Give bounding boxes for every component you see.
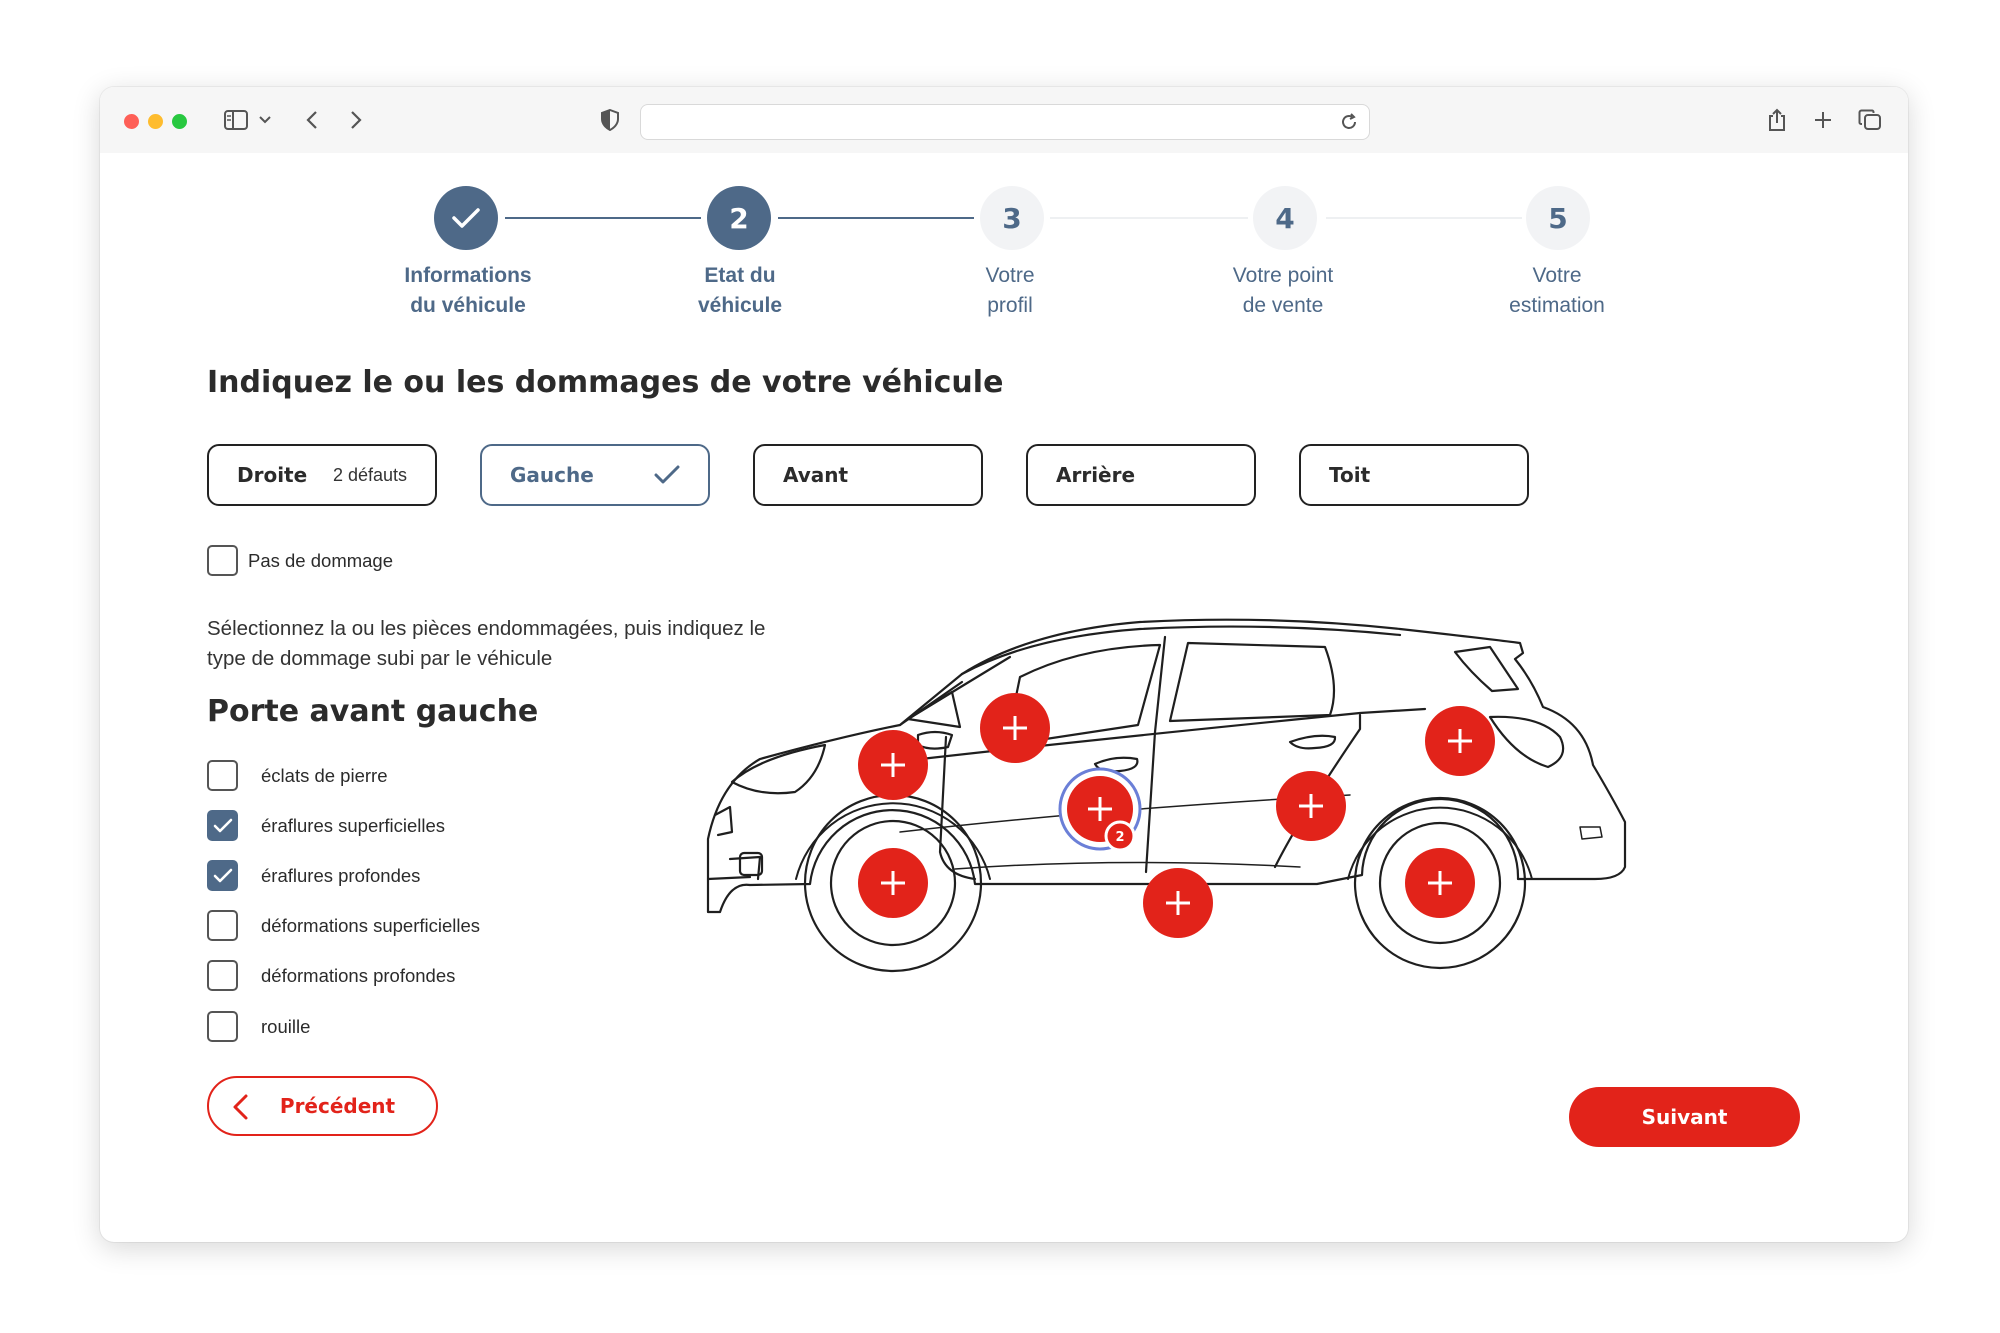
browser-toolbar <box>100 87 1908 153</box>
hotspot-sill[interactable] <box>1143 868 1213 938</box>
damage-label: éraflures profondes <box>261 865 421 886</box>
damage-label: déformations profondes <box>261 965 456 986</box>
sidebar-icon[interactable] <box>222 105 250 135</box>
previous-button-label: Précédent <box>279 1094 396 1118</box>
hotspot-rear-door[interactable] <box>1276 771 1346 841</box>
checkmark-icon <box>213 818 232 832</box>
chevron-down-icon[interactable] <box>258 105 272 135</box>
damage-label: déformations superficielles <box>261 915 481 936</box>
tab-gauche[interactable]: Gauche <box>480 444 710 506</box>
car-side-diagram: 2 <box>706 618 1627 973</box>
no-damage-checkbox[interactable] <box>207 545 238 576</box>
hotspot-front-wheel[interactable] <box>858 848 928 918</box>
tab-avant[interactable]: Avant <box>753 444 983 506</box>
damage-checkbox-eraflures-profondes[interactable] <box>207 860 238 891</box>
address-bar[interactable] <box>640 104 1370 140</box>
back-icon[interactable] <box>302 105 322 135</box>
reload-icon[interactable] <box>1339 112 1359 137</box>
damage-checkbox-deformations-profondes[interactable] <box>207 960 238 991</box>
previous-button[interactable]: Précédent <box>207 1076 438 1136</box>
tab-label: Gauche <box>510 463 594 487</box>
step-2-label: Etat du véhicule <box>697 264 783 317</box>
share-icon[interactable] <box>1764 105 1790 135</box>
tab-toit[interactable]: Toit <box>1299 444 1529 506</box>
maximize-window-button[interactable] <box>172 114 187 129</box>
tab-label: Arrière <box>1056 463 1136 487</box>
forward-icon[interactable] <box>346 105 366 135</box>
damage-label: éclats de pierre <box>261 765 388 786</box>
checkmark-icon <box>654 465 680 485</box>
chevron-left-icon <box>231 1093 249 1126</box>
step-5-circle: 5 <box>1526 186 1590 250</box>
step-connector <box>1050 217 1248 219</box>
hotspot-front-door[interactable]: 2 <box>1058 767 1142 852</box>
hotspot-rear-quarter[interactable] <box>1425 706 1495 776</box>
damage-label: éraflures superficielles <box>261 815 446 836</box>
new-tab-icon[interactable] <box>1810 105 1836 135</box>
damage-checkbox-eclats[interactable] <box>207 760 238 791</box>
damage-checkbox-rouille[interactable] <box>207 1011 238 1042</box>
damage-count-badge: 2 <box>1115 830 1124 845</box>
step-1-circle <box>434 186 498 250</box>
no-damage-label: Pas de dommage <box>248 550 394 571</box>
hotspot-front-window[interactable] <box>980 693 1050 763</box>
damage-checkbox-eraflures-superficielles[interactable] <box>207 810 238 841</box>
hotspot-hood[interactable] <box>858 730 928 800</box>
step-connector <box>505 217 701 219</box>
step-4-label: Votre point de vente <box>1232 264 1334 317</box>
shield-icon[interactable] <box>598 105 622 135</box>
minimize-window-button[interactable] <box>148 114 163 129</box>
car-body-outline <box>706 618 1627 914</box>
step-3-circle: 3 <box>980 186 1044 250</box>
tab-label: Droite <box>237 463 308 487</box>
instruction-text: Sélectionnez la ou les pièces endommagée… <box>207 617 766 670</box>
step-connector <box>1326 217 1522 219</box>
tab-arriere[interactable]: Arrière <box>1026 444 1256 506</box>
tabs-overview-icon[interactable] <box>1856 105 1884 135</box>
checkmark-icon <box>452 208 480 228</box>
close-window-button[interactable] <box>124 114 139 129</box>
damage-checkbox-deformations-superficielles[interactable] <box>207 910 238 941</box>
damage-label: rouille <box>261 1016 311 1037</box>
rear-window <box>1168 641 1336 723</box>
checkmark-icon <box>213 868 232 882</box>
hotspot-rear-wheel[interactable] <box>1405 848 1475 918</box>
browser-window: 2 3 4 5 Informations du véhicule Etat du… <box>100 87 1908 1242</box>
step-1-label: Informations du véhicule <box>404 264 532 317</box>
tab-label: Toit <box>1329 463 1371 487</box>
page-title: Indiquez le ou les dommages de votre véh… <box>207 365 1004 400</box>
step-3-label: Votre profil <box>985 264 1035 317</box>
step-connector <box>778 217 974 219</box>
step-5-label: Votre estimation <box>1509 264 1605 317</box>
step-2-circle: 2 <box>707 186 771 250</box>
part-title: Porte avant gauche <box>207 694 539 729</box>
defect-count: 2 défauts <box>332 464 407 485</box>
step-4-circle: 4 <box>1253 186 1317 250</box>
tab-label: Avant <box>783 463 849 487</box>
tab-droite[interactable]: Droite 2 défauts <box>207 444 437 506</box>
